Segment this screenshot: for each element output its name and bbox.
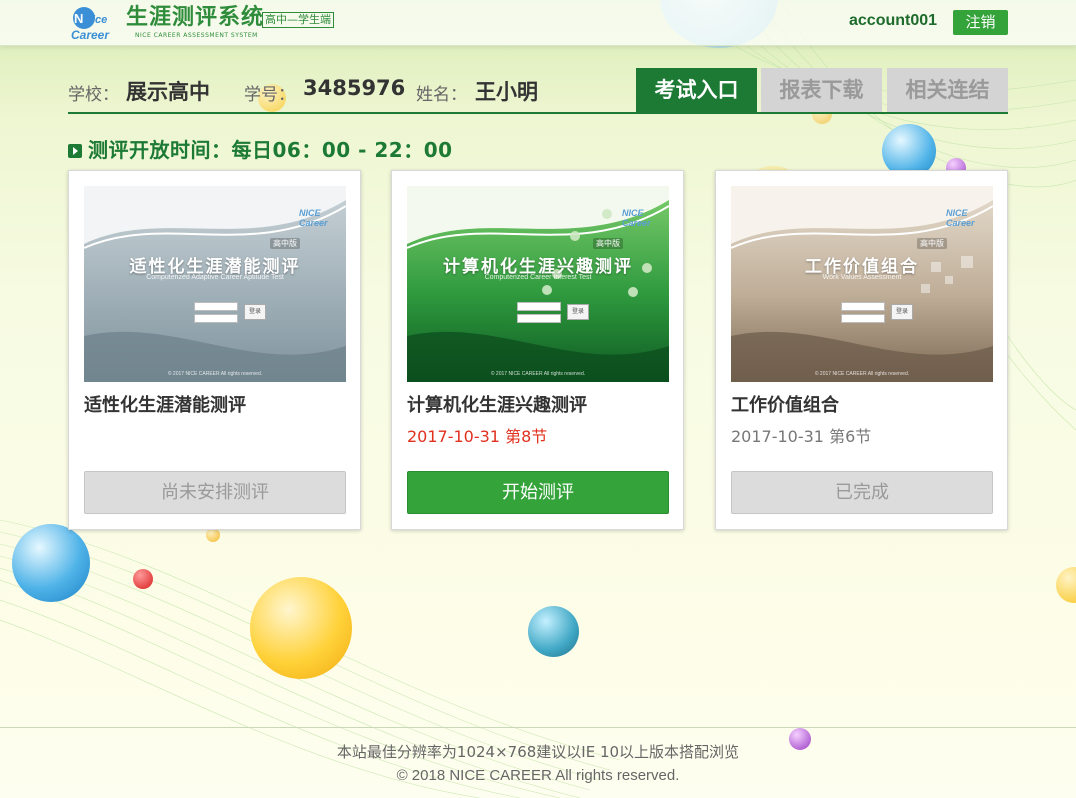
assessment-title: 适性化生涯潜能测评 (84, 395, 246, 416)
thumbnail-footer: © 2017 NICE CAREER All rights reserved. (167, 371, 263, 377)
assessment-thumbnail[interactable]: NICE Career 高中版 工作价值组合 Work Values Asses… (731, 186, 993, 382)
decor-ball (250, 577, 352, 679)
student-id-label: 学号： (244, 85, 295, 105)
assessment-card: NICE Career 高中版 工作价值组合 Work Values Asses… (715, 170, 1008, 530)
start-assessment-button[interactable]: 开始测评 (407, 471, 669, 514)
thumbnail-login: 登录 (567, 304, 589, 320)
assessment-schedule: 2017-10-31 第8节 (407, 427, 548, 446)
decor-ball (12, 524, 90, 602)
thumbnail-footer: © 2017 NICE CAREER All rights reserved. (814, 371, 910, 377)
tab-exam-entry[interactable]: 考试入口 (636, 68, 757, 112)
thumbnail-input (194, 314, 238, 323)
decor-ball (133, 569, 153, 589)
footer-resolution-note: 本站最佳分辨率为1024×768建议以IE 10以上版本搭配浏览 (336, 743, 740, 761)
logout-button[interactable]: 注销 (953, 10, 1008, 35)
completed-button[interactable]: 已完成 (731, 471, 993, 514)
thumbnail-input (841, 302, 885, 311)
svg-text:Career: Career (71, 28, 110, 42)
tab-report-download[interactable]: 报表下载 (761, 68, 882, 112)
assessment-card: NICE Career 高中版 计算机化生涯兴趣测评 Computerized … (391, 170, 684, 530)
page-footer: 本站最佳分辨率为1024×768建议以IE 10以上版本搭配浏览 © 2018 … (0, 727, 1076, 798)
thumbnail-input (517, 302, 561, 311)
thumbnail-badge: 高中版 (917, 238, 947, 249)
assessment-title: 工作价值组合 (731, 395, 839, 416)
not-scheduled-button[interactable]: 尚未安排测评 (84, 471, 346, 514)
thumbnail-input (841, 314, 885, 323)
thumbnail-input (517, 314, 561, 323)
thumbnail-badge: 高中版 (593, 238, 623, 249)
svg-text:ice: ice (92, 14, 107, 26)
school-value: 展示高中 (126, 80, 210, 104)
system-title: 生涯测评系统 (126, 5, 265, 30)
open-time-notice: 测评开放时间：每日06：00 - 22：00 (68, 134, 453, 163)
thumbnail-input (194, 302, 238, 311)
decor-ball (528, 606, 579, 657)
arrow-right-icon (68, 144, 82, 158)
system-subtitle: 高中—学生端 (262, 12, 334, 28)
assessment-thumbnail[interactable]: NICE Career 高中版 计算机化生涯兴趣测评 Computerized … (407, 186, 669, 382)
student-id-value: 3485976 (303, 76, 406, 100)
thumbnail-brand: NICE Career (622, 208, 651, 228)
top-header: N ice Career 生涯测评系统 高中—学生端 NICE CAREER A… (0, 0, 1076, 46)
thumbnail-login: 登录 (891, 304, 913, 320)
thumbnail-subtitle: Work Values Assessment (822, 274, 902, 281)
system-subtitle-en: NICE CAREER ASSESSMENT SYSTEM (135, 32, 258, 39)
thumbnail-brand: NICE Career (946, 208, 975, 228)
thumbnail-subtitle: Computerized Adaptive Career Aptitude Te… (146, 274, 284, 281)
open-time-text: 测评开放时间：每日06：00 - 22：00 (88, 138, 453, 162)
thumbnail-subtitle: Computerized Career Interest Test (484, 274, 592, 281)
footer-copyright: © 2018 NICE CAREER All rights reserved. (396, 767, 680, 784)
school-label: 学校： (68, 85, 119, 105)
tab-related-links[interactable]: 相关连结 (887, 68, 1008, 112)
assessment-thumbnail[interactable]: NICE Career 高中版 适性化生涯潜能测评 Computerized A… (84, 186, 346, 382)
thumbnail-login: 登录 (244, 304, 266, 320)
decor-ball (206, 528, 220, 542)
assessment-schedule: 2017-10-31 第6节 (731, 427, 872, 446)
assessment-title: 计算机化生涯兴趣测评 (407, 395, 587, 416)
student-info-bar: 学校： 展示高中 学号： 3485976 姓名： 王小明 考试入口 报表下载 相… (68, 68, 1008, 114)
thumbnail-brand: NICE Career (299, 208, 328, 228)
svg-text:N: N (74, 11, 83, 26)
student-name-value: 王小明 (475, 80, 538, 104)
thumbnail-footer: © 2017 NICE CAREER All rights reserved. (490, 371, 586, 377)
nice-career-logo: N ice Career (71, 7, 110, 42)
thumbnail-badge: 高中版 (270, 238, 300, 249)
decor-ball (1056, 567, 1076, 603)
account-name: account001 (849, 12, 938, 29)
student-name-label: 姓名： (416, 85, 467, 105)
assessment-card: NICE Career 高中版 适性化生涯潜能测评 Computerized A… (68, 170, 361, 530)
